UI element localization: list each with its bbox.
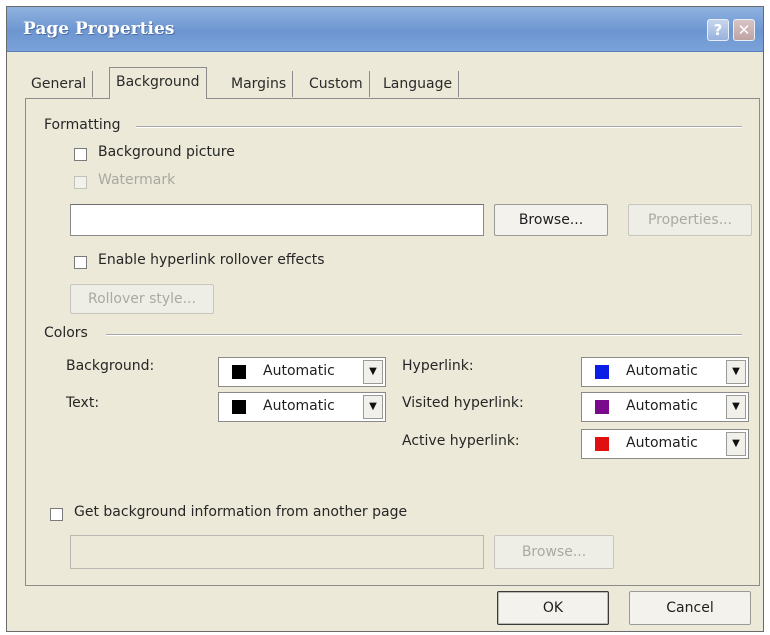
background-picture-label: Background picture — [98, 144, 235, 160]
colors-divider — [106, 334, 742, 336]
page-properties-dialog: Page Properties ? ✕ General Background M… — [6, 6, 764, 632]
tab-background[interactable]: Background — [109, 67, 207, 99]
chevron-down-icon[interactable]: ▼ — [363, 360, 383, 384]
visited-hyperlink-color-label: Visited hyperlink: — [402, 395, 524, 411]
chevron-down-icon[interactable]: ▼ — [726, 360, 746, 384]
rollover-effects-label: Enable hyperlink rollover effects — [98, 252, 325, 268]
background-color-swatch — [232, 365, 246, 379]
background-color-dropdown[interactable]: Automatic ▼ — [218, 357, 386, 387]
text-color-label: Text: — [66, 395, 100, 411]
watermark-label: Watermark — [98, 172, 176, 188]
active-hyperlink-color-dropdown[interactable]: Automatic ▼ — [581, 429, 749, 459]
background-picture-checkbox[interactable] — [74, 148, 87, 161]
properties-button[interactable]: Properties... — [628, 204, 752, 236]
background-tab-panel: Formatting Background picture Watermark … — [25, 98, 760, 586]
title-bar: Page Properties ? ✕ — [7, 7, 763, 52]
tab-margins[interactable]: Margins — [225, 71, 294, 97]
background-picture-path-input[interactable] — [70, 204, 484, 236]
close-icon[interactable]: ✕ — [733, 19, 755, 41]
tab-custom[interactable]: Custom — [303, 71, 370, 97]
chevron-down-icon[interactable]: ▼ — [726, 432, 746, 456]
help-icon[interactable]: ? — [707, 19, 729, 41]
colors-heading: Colors — [44, 325, 88, 341]
background-color-label: Background: — [66, 358, 155, 374]
visited-hyperlink-color-swatch — [595, 400, 609, 414]
rollover-style-button[interactable]: Rollover style... — [70, 284, 214, 314]
text-color-dropdown[interactable]: Automatic ▼ — [218, 392, 386, 422]
ok-button[interactable]: OK — [497, 591, 609, 625]
other-page-label: Get background information from another … — [74, 504, 408, 520]
other-page-checkbox[interactable] — [50, 508, 63, 521]
text-color-value: Automatic — [263, 398, 335, 414]
active-hyperlink-color-value: Automatic — [626, 435, 698, 451]
active-hyperlink-color-swatch — [595, 437, 609, 451]
hyperlink-color-dropdown[interactable]: Automatic ▼ — [581, 357, 749, 387]
browse-button[interactable]: Browse... — [494, 204, 608, 236]
other-page-path-input[interactable] — [70, 535, 484, 569]
formatting-divider — [136, 126, 742, 128]
dialog-title: Page Properties — [23, 19, 175, 39]
other-page-browse-button[interactable]: Browse... — [494, 535, 614, 569]
visited-hyperlink-color-value: Automatic — [626, 398, 698, 414]
hyperlink-color-value: Automatic — [626, 363, 698, 379]
hyperlink-color-label: Hyperlink: — [402, 358, 474, 374]
hyperlink-color-swatch — [595, 365, 609, 379]
rollover-effects-checkbox[interactable] — [74, 256, 87, 269]
visited-hyperlink-color-dropdown[interactable]: Automatic ▼ — [581, 392, 749, 422]
tab-language[interactable]: Language — [377, 71, 460, 97]
chevron-down-icon[interactable]: ▼ — [726, 395, 746, 419]
watermark-checkbox[interactable] — [74, 176, 87, 189]
cancel-button[interactable]: Cancel — [629, 591, 751, 625]
formatting-heading: Formatting — [44, 117, 121, 133]
text-color-swatch — [232, 400, 246, 414]
background-color-value: Automatic — [263, 363, 335, 379]
active-hyperlink-color-label: Active hyperlink: — [402, 433, 520, 449]
chevron-down-icon[interactable]: ▼ — [363, 395, 383, 419]
tab-general[interactable]: General — [25, 71, 94, 97]
